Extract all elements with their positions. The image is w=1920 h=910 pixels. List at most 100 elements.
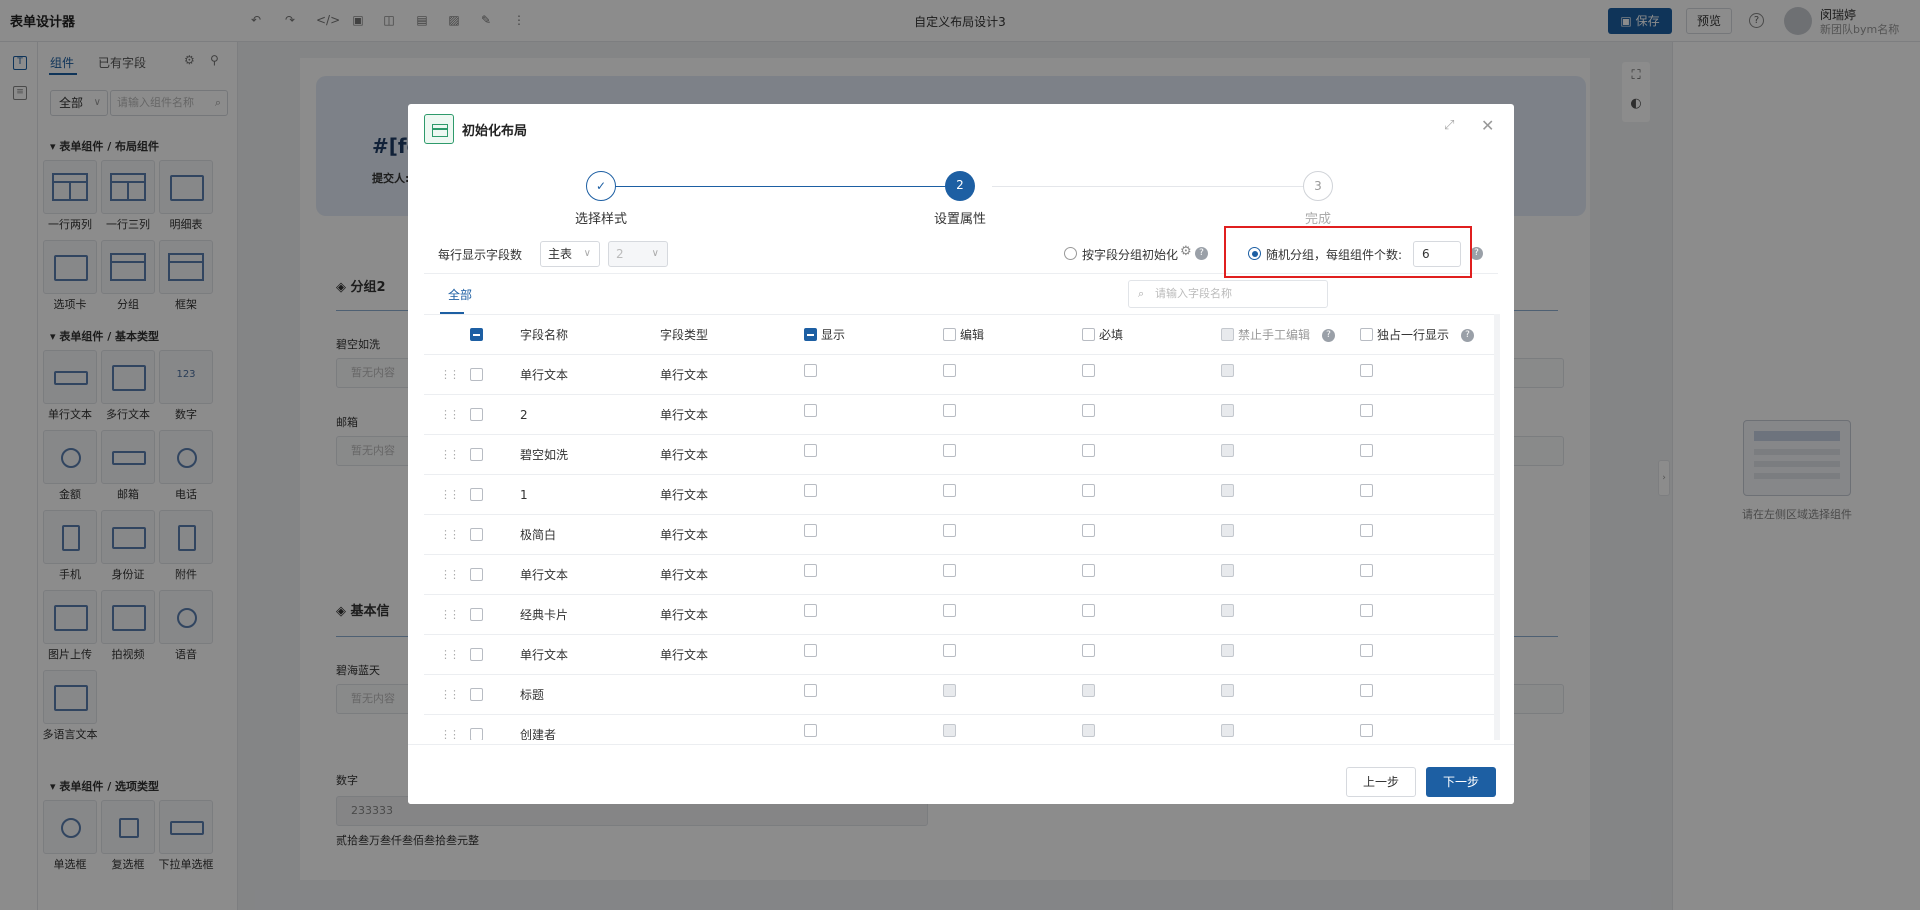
show-checkbox[interactable] (804, 484, 817, 497)
row-select-checkbox[interactable] (470, 688, 483, 701)
help-icon[interactable]: ? (1195, 247, 1208, 260)
drag-handle-icon[interactable]: ⋮⋮ (440, 555, 460, 595)
required-checkbox[interactable] (1082, 604, 1095, 617)
no-manual-edit-checkbox[interactable] (1221, 404, 1234, 417)
field-search-input[interactable]: ⌕ 请输入字段名称 (1128, 280, 1328, 308)
drag-handle-icon[interactable]: ⋮⋮ (440, 595, 460, 635)
show-checkbox[interactable] (804, 564, 817, 577)
prev-step-button[interactable]: 上一步 (1346, 767, 1416, 797)
table-row: ⋮⋮ 1 单行文本 (424, 475, 1498, 515)
row-select-checkbox[interactable] (470, 448, 483, 461)
next-step-button[interactable]: 下一步 (1426, 767, 1496, 797)
drag-handle-icon[interactable]: ⋮⋮ (440, 475, 460, 515)
show-all-checkbox[interactable] (804, 328, 817, 341)
required-checkbox[interactable] (1082, 724, 1095, 737)
no-manual-edit-checkbox[interactable] (1221, 524, 1234, 537)
table-scrollbar[interactable] (1494, 314, 1500, 740)
field-type-cell: 单行文本 (660, 568, 709, 582)
table-row: ⋮⋮ 2 单行文本 (424, 395, 1498, 435)
drag-handle-icon[interactable]: ⋮⋮ (440, 515, 460, 555)
step-2-label: 设置属性 (933, 212, 986, 227)
no-manual-all-checkbox[interactable] (1221, 328, 1234, 341)
no-manual-edit-checkbox[interactable] (1221, 444, 1234, 457)
show-checkbox[interactable] (804, 604, 817, 617)
row-select-checkbox[interactable] (470, 528, 483, 541)
row-select-checkbox[interactable] (470, 408, 483, 421)
row-select-checkbox[interactable] (470, 488, 483, 501)
drag-handle-icon[interactable]: ⋮⋮ (440, 635, 460, 675)
expand-icon[interactable]: ⤢ (1444, 118, 1454, 133)
own-row-checkbox[interactable] (1360, 404, 1373, 417)
col-required: 必填 (1099, 328, 1124, 342)
select-all-checkbox[interactable] (470, 328, 483, 341)
own-row-checkbox[interactable] (1360, 484, 1373, 497)
edit-checkbox[interactable] (943, 684, 956, 697)
required-checkbox[interactable] (1082, 644, 1095, 657)
table-row: ⋮⋮ 标题 (424, 675, 1498, 715)
own-row-checkbox[interactable] (1360, 524, 1373, 537)
edit-all-checkbox[interactable] (943, 328, 956, 341)
drag-handle-icon[interactable]: ⋮⋮ (440, 715, 460, 740)
group-by-field-label: 按字段分组初始化 (1082, 248, 1179, 262)
own-row-all-checkbox[interactable] (1360, 328, 1373, 341)
edit-checkbox[interactable] (943, 604, 956, 617)
show-checkbox[interactable] (804, 684, 817, 697)
show-checkbox[interactable] (804, 444, 817, 457)
show-checkbox[interactable] (804, 404, 817, 417)
search-icon: ⌕ (1138, 287, 1145, 300)
own-row-checkbox[interactable] (1360, 684, 1373, 697)
no-manual-edit-checkbox[interactable] (1221, 604, 1234, 617)
no-manual-edit-checkbox[interactable] (1221, 684, 1234, 697)
table-select[interactable]: 主表 (540, 241, 600, 267)
required-checkbox[interactable] (1082, 364, 1095, 377)
show-checkbox[interactable] (804, 644, 817, 657)
edit-checkbox[interactable] (943, 724, 956, 737)
close-icon[interactable]: ✕ (1481, 116, 1494, 135)
edit-checkbox[interactable] (943, 364, 956, 377)
edit-checkbox[interactable] (943, 524, 956, 537)
edit-checkbox[interactable] (943, 644, 956, 657)
tab-all[interactable]: 全部 (448, 286, 472, 303)
drag-handle-icon[interactable]: ⋮⋮ (440, 435, 460, 475)
row-select-checkbox[interactable] (470, 728, 483, 740)
row-select-checkbox[interactable] (470, 368, 483, 381)
help-icon[interactable]: ? (1461, 329, 1474, 342)
row-select-checkbox[interactable] (470, 648, 483, 661)
gear-icon[interactable]: ⚙ (1180, 244, 1192, 259)
required-checkbox[interactable] (1082, 524, 1095, 537)
own-row-checkbox[interactable] (1360, 444, 1373, 457)
row-select-checkbox[interactable] (470, 608, 483, 621)
field-table: 字段名称 字段类型 显示 编辑 必填 禁止手工编辑 ? 独占一行显示 ? ⋮⋮ 单… (424, 314, 1498, 740)
show-checkbox[interactable] (804, 724, 817, 737)
own-row-checkbox[interactable] (1360, 604, 1373, 617)
row-select-checkbox[interactable] (470, 568, 483, 581)
required-checkbox[interactable] (1082, 404, 1095, 417)
drag-handle-icon[interactable]: ⋮⋮ (440, 675, 460, 715)
show-checkbox[interactable] (804, 364, 817, 377)
edit-checkbox[interactable] (943, 404, 956, 417)
no-manual-edit-checkbox[interactable] (1221, 364, 1234, 377)
edit-checkbox[interactable] (943, 484, 956, 497)
show-checkbox[interactable] (804, 524, 817, 537)
help-icon[interactable]: ? (1322, 329, 1335, 342)
required-checkbox[interactable] (1082, 684, 1095, 697)
no-manual-edit-checkbox[interactable] (1221, 724, 1234, 737)
required-all-checkbox[interactable] (1082, 328, 1095, 341)
own-row-checkbox[interactable] (1360, 564, 1373, 577)
no-manual-edit-checkbox[interactable] (1221, 564, 1234, 577)
step-connector-done (602, 186, 960, 187)
own-row-checkbox[interactable] (1360, 364, 1373, 377)
required-checkbox[interactable] (1082, 564, 1095, 577)
per-row-count-select[interactable]: 2 (608, 241, 668, 267)
edit-checkbox[interactable] (943, 564, 956, 577)
drag-handle-icon[interactable]: ⋮⋮ (440, 395, 460, 435)
edit-checkbox[interactable] (943, 444, 956, 457)
group-by-field-radio[interactable] (1064, 247, 1077, 260)
drag-handle-icon[interactable]: ⋮⋮ (440, 355, 460, 395)
own-row-checkbox[interactable] (1360, 724, 1373, 737)
no-manual-edit-checkbox[interactable] (1221, 644, 1234, 657)
own-row-checkbox[interactable] (1360, 644, 1373, 657)
required-checkbox[interactable] (1082, 484, 1095, 497)
no-manual-edit-checkbox[interactable] (1221, 484, 1234, 497)
required-checkbox[interactable] (1082, 444, 1095, 457)
